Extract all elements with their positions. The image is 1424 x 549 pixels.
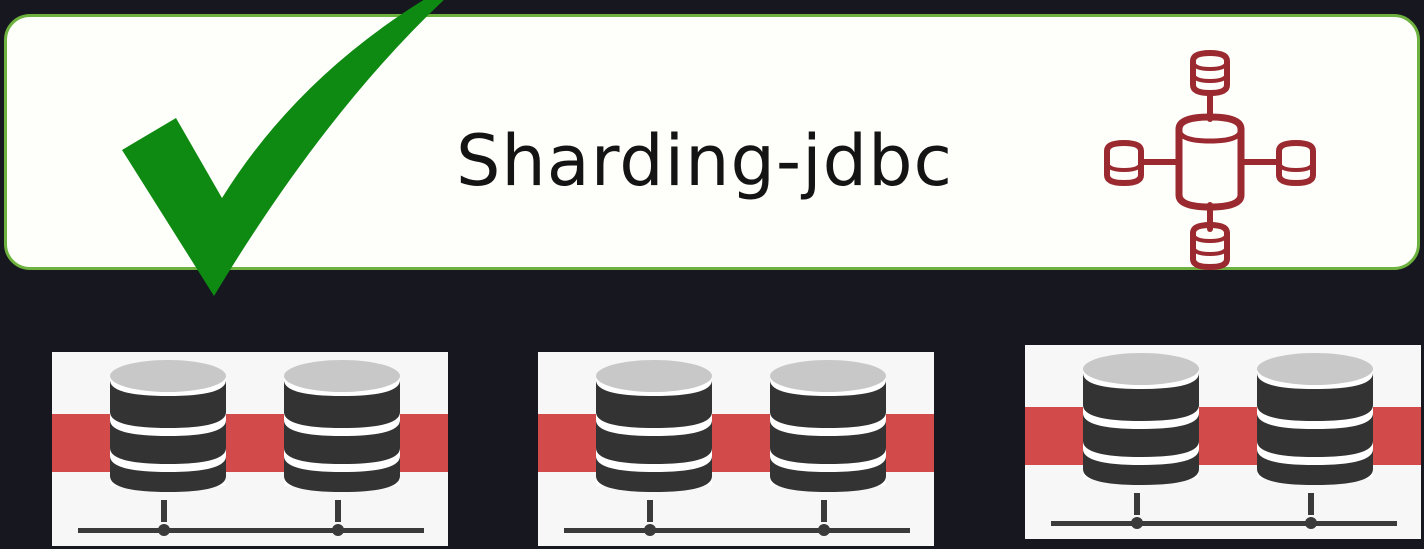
database-icon (596, 360, 712, 492)
diagram-canvas: Sharding-jdbc (0, 0, 1424, 549)
database-node-2 (538, 352, 934, 546)
database-server-icon (538, 352, 934, 546)
database-server-icon (1025, 345, 1421, 539)
banner-title: Sharding-jdbc (456, 120, 953, 202)
database-icon (1257, 353, 1373, 485)
distributed-database-icon (1104, 49, 1316, 271)
sharding-jdbc-banner: Sharding-jdbc (4, 14, 1420, 271)
database-icon (284, 360, 400, 492)
database-icon (1083, 353, 1199, 485)
database-node-3 (1025, 345, 1421, 539)
database-icon (770, 360, 886, 492)
database-icon (110, 360, 226, 492)
database-server-icon (52, 352, 448, 546)
database-node-1 (52, 352, 448, 546)
